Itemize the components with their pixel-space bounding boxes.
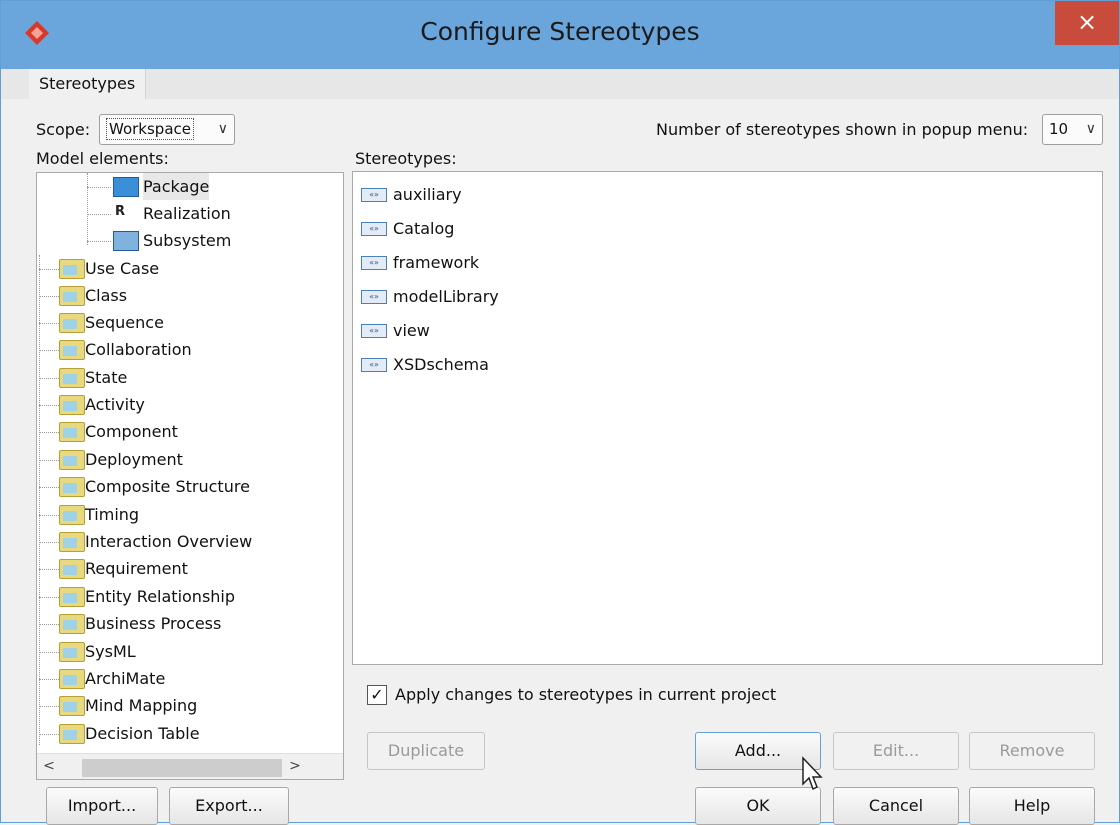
folder-icon — [59, 532, 85, 552]
tree-horizontal-scrollbar[interactable]: < > — [37, 753, 343, 779]
folder-icon — [59, 669, 85, 689]
horizontal-scroll-thumb[interactable] — [82, 759, 282, 777]
scope-label: Scope: — [36, 120, 91, 139]
stereotype-icon: «» — [361, 290, 387, 304]
package-icon — [113, 177, 139, 197]
stereotypes-list[interactable]: «» auxiliary «» Catalog «» framework «» mode… — [352, 171, 1103, 665]
cancel-button[interactable]: Cancel — [833, 787, 959, 825]
model-elements-tree[interactable]: Package R Realization Subsystem Use Case… — [36, 172, 344, 780]
close-button[interactable]: × — [1055, 1, 1119, 45]
realization-icon: R — [115, 204, 126, 219]
folder-icon — [59, 368, 85, 388]
tab-bar: Stereotypes — [1, 69, 1119, 99]
subsystem-icon — [113, 231, 139, 251]
folder-icon — [59, 614, 85, 634]
stereotype-icon: «» — [361, 188, 387, 202]
remove-button[interactable]: Remove — [969, 732, 1095, 770]
folder-icon — [59, 340, 85, 360]
stereotype-icon: «» — [361, 256, 387, 270]
folder-icon — [59, 505, 85, 525]
folder-icon — [59, 450, 85, 470]
folder-icon — [59, 642, 85, 662]
tab-stereotypes[interactable]: Stereotypes — [29, 69, 147, 99]
folder-icon — [59, 259, 85, 279]
stereotype-icon: «» — [361, 222, 387, 236]
folder-icon — [59, 313, 85, 333]
popup-count-select[interactable]: 10 ∨ — [1042, 114, 1103, 145]
export-button[interactable]: Export... — [169, 787, 289, 825]
scroll-right-arrow-icon[interactable]: > — [287, 758, 303, 774]
chevron-down-icon: ∨ — [1085, 121, 1096, 137]
popup-count-value: 10 — [1049, 120, 1069, 138]
folder-icon — [59, 422, 85, 442]
chevron-down-icon: ∨ — [217, 121, 228, 137]
stereotypes-label: Stereotypes: — [355, 149, 457, 168]
folder-icon — [59, 395, 85, 415]
edit-button[interactable]: Edit... — [833, 732, 959, 770]
tree-connector — [39, 255, 40, 745]
duplicate-button[interactable]: Duplicate — [367, 732, 485, 770]
stereotype-icon: «» — [361, 358, 387, 372]
folder-icon — [59, 559, 85, 579]
window-title: Configure Stereotypes — [420, 17, 700, 46]
scope-value: Workspace — [106, 118, 194, 140]
import-button[interactable]: Import... — [46, 787, 158, 825]
model-elements-label: Model elements: — [36, 149, 169, 168]
apply-changes-checkbox[interactable]: ✓ — [367, 685, 387, 705]
folder-icon — [59, 587, 85, 607]
scroll-left-arrow-icon[interactable]: < — [41, 758, 57, 774]
folder-icon — [59, 477, 85, 497]
folder-icon — [59, 696, 85, 716]
title-bar: Configure Stereotypes × — [1, 1, 1119, 69]
ok-button[interactable]: OK — [695, 787, 821, 825]
folder-icon — [59, 286, 85, 306]
folder-icon — [59, 724, 85, 744]
configure-stereotypes-dialog: Configure Stereotypes × Stereotypes Scop… — [0, 0, 1120, 825]
tree-connector — [87, 173, 88, 245]
mouse-pointer-icon — [802, 756, 823, 791]
scope-select[interactable]: Workspace ∨ — [99, 114, 235, 145]
apply-changes-label: Apply changes to stereotypes in current … — [395, 685, 777, 704]
help-button[interactable]: Help — [969, 787, 1095, 825]
popup-count-label: Number of stereotypes shown in popup men… — [656, 120, 1029, 139]
stereotype-icon: «» — [361, 324, 387, 338]
